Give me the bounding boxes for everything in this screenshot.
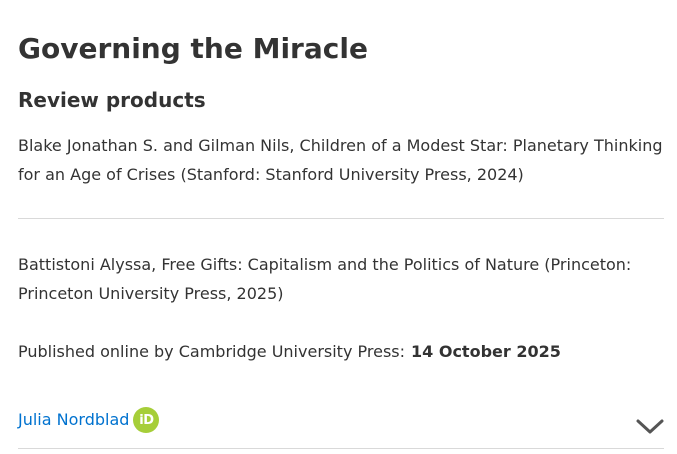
published-date: 14 October 2025 (411, 342, 561, 361)
section-heading-review-products: Review products (18, 88, 206, 112)
chevron-down-icon[interactable] (634, 414, 666, 438)
author-link[interactable]: Julia Nordblad (18, 406, 129, 434)
divider (18, 448, 664, 449)
published-label: Published online by Cambridge University… (18, 342, 405, 361)
review-product-item: Blake Jonathan S. and Gilman Nils, Child… (18, 136, 663, 184)
orcid-badge-text: iD (139, 412, 154, 428)
review-product-item: Battistoni Alyssa, Free Gifts: Capitalis… (18, 255, 632, 303)
orcid-icon[interactable]: iD (133, 407, 160, 433)
author-row: Julia Nordblad iD (18, 406, 160, 434)
divider (18, 218, 664, 219)
publication-info: Published online by Cambridge University… (18, 338, 561, 366)
article-header: Governing the Miracle Review products Bl… (0, 0, 677, 454)
page-title: Governing the Miracle (18, 32, 368, 65)
